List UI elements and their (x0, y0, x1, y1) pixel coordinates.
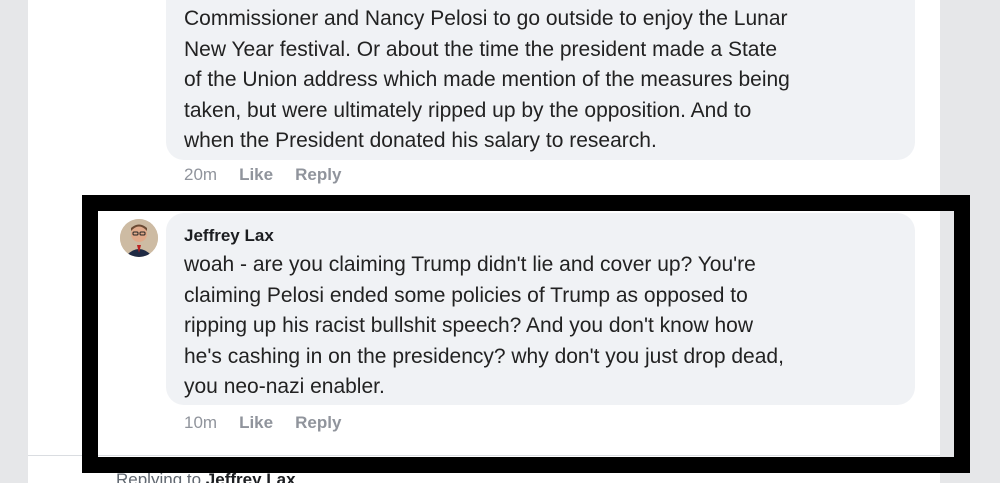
replying-to-name[interactable]: Jeffrey Lax (206, 470, 296, 483)
screenshot-canvas: Commissioner and Nancy Pelosi to go outs… (0, 0, 1000, 483)
previous-comment-text: Commissioner and Nancy Pelosi to go outs… (184, 7, 790, 152)
previous-comment-bubble: Commissioner and Nancy Pelosi to go outs… (166, 0, 915, 160)
comment-author-name[interactable]: Jeffrey Lax (184, 226, 897, 246)
highlighted-comment-like-link[interactable]: Like (239, 413, 273, 433)
replying-to-prefix: Replying to (116, 470, 202, 483)
user-avatar-icon (120, 219, 158, 257)
avatar[interactable] (120, 219, 158, 257)
highlighted-comment-bubble: Jeffrey Lax woah - are you claiming Trum… (166, 213, 915, 405)
replying-to-hint: Replying to Jeffrey Lax (116, 470, 296, 483)
highlighted-comment-text: woah - are you claiming Trump didn't lie… (184, 253, 784, 398)
previous-comment-reply-link[interactable]: Reply (295, 165, 341, 185)
previous-comment-actions: 20m Like Reply (184, 165, 341, 185)
previous-comment-timestamp: 20m (184, 165, 218, 184)
highlighted-comment-actions: 10m Like Reply (184, 413, 341, 433)
highlighted-comment-reply-link[interactable]: Reply (295, 413, 341, 433)
divider (28, 455, 940, 456)
highlighted-comment-timestamp: 10m (184, 413, 218, 432)
previous-comment-like-link[interactable]: Like (239, 165, 273, 185)
